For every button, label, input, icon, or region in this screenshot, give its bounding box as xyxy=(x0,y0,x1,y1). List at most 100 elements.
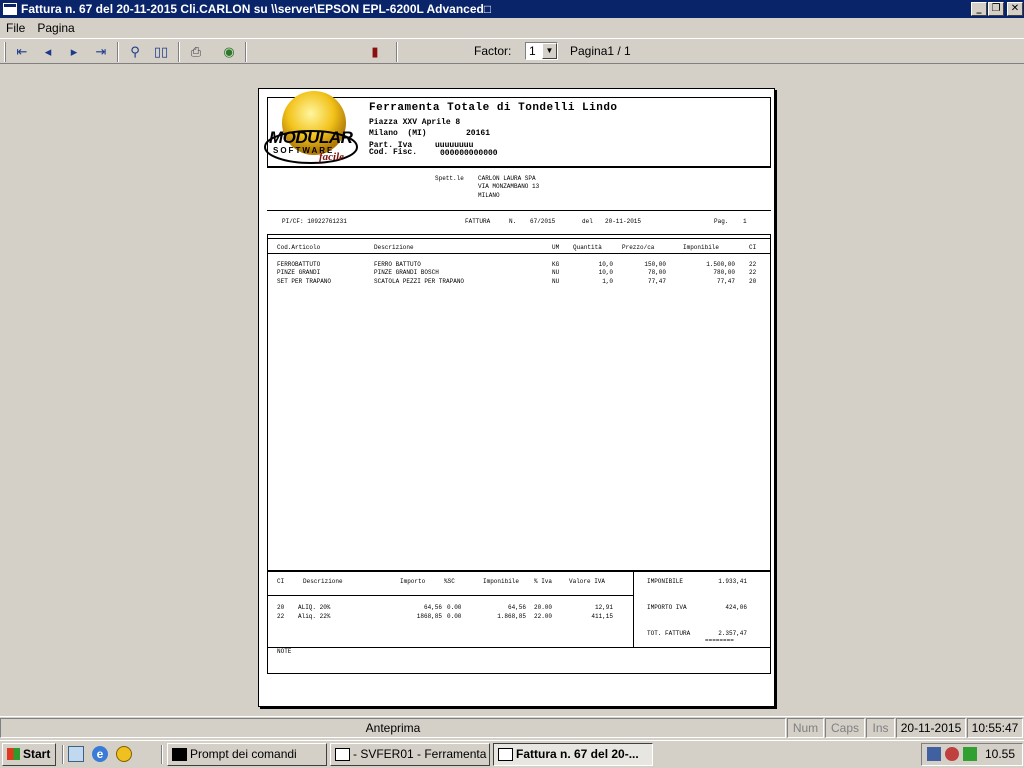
close-button[interactable]: ✕ xyxy=(1007,2,1023,16)
task-prompt-dei-comandi[interactable]: Prompt dei comandi xyxy=(167,743,327,766)
customer-street: VIA MONZAMBANO 13 xyxy=(478,183,540,190)
toolbar-separator xyxy=(117,42,119,62)
page-indicator: Pagina1 / 1 xyxy=(570,44,631,58)
totals-imponibile: 1.933,41 xyxy=(718,578,747,585)
task-label: Prompt dei comandi xyxy=(190,747,297,761)
col-header-ci: CI xyxy=(749,244,757,251)
media-player-icon[interactable] xyxy=(116,746,132,762)
vat-ci: 20 xyxy=(277,604,285,611)
totals-total-label: TOT. FATTURA xyxy=(647,630,691,637)
note-box xyxy=(267,647,771,674)
zoom-icon[interactable]: ⚲ xyxy=(124,42,146,62)
menu-pagina[interactable]: Pagina xyxy=(31,21,80,35)
status-time: 10:55:47 xyxy=(967,718,1023,738)
invoice-date-label: del xyxy=(582,218,593,225)
export-icon[interactable]: ◉ xyxy=(218,42,240,62)
status-ins: Ins xyxy=(866,718,895,738)
toolbar-grip xyxy=(4,42,6,62)
item-cod: PINZE GRANDI xyxy=(277,269,321,276)
invoice-page-label: Pag. xyxy=(714,218,729,225)
divider xyxy=(267,238,771,239)
last-page-icon[interactable]: ⇥ xyxy=(90,42,112,62)
internet-explorer-icon[interactable]: e xyxy=(92,746,108,762)
status-date: 20-11-2015 xyxy=(896,718,966,738)
company-cf-label: Cod. Fisc. xyxy=(369,148,418,157)
item-desc: SCATOLA PEZZI PER TRAPANO xyxy=(374,278,465,285)
title-bar[interactable]: Fattura n. 67 del 20-11-2015 Cli.CARLON … xyxy=(0,0,1024,18)
divider xyxy=(267,595,633,596)
taskbar-clock: 10.55 xyxy=(985,747,1016,761)
invoice-date: 20-11-2015 xyxy=(605,218,642,225)
item-qty: 10,0 xyxy=(598,269,613,276)
status-caps: Caps xyxy=(825,718,865,738)
factor-select[interactable]: 1 ▼ xyxy=(525,42,558,60)
item-taxable: 77,47 xyxy=(716,278,735,285)
restore-button[interactable]: ❐ xyxy=(988,2,1004,16)
item-price: 77,47 xyxy=(647,278,666,285)
vat-desc: Aliq. 22% xyxy=(298,613,331,620)
col-header-qty: Quantità xyxy=(573,244,602,251)
show-desktop-icon[interactable] xyxy=(68,746,84,762)
toolbar: ⇤ ◂ ▸ ⇥ ⚲ ▯▯ ⎙ ◉ ▮ xyxy=(0,38,1024,64)
vat-header-sc: %SC xyxy=(444,578,455,585)
divider xyxy=(633,571,634,648)
divider xyxy=(267,167,771,168)
item-desc: FERRO BATTUTO xyxy=(374,261,421,268)
task-fattura[interactable]: Fattura n. 67 del 20-... xyxy=(493,743,653,766)
toolbar-separator xyxy=(178,42,180,62)
company-zip: 20161 xyxy=(466,129,491,138)
vat-ci: 22 xyxy=(277,613,285,620)
item-ci: 20 xyxy=(749,278,757,285)
security-icon[interactable] xyxy=(945,747,959,761)
item-qty: 1,0 xyxy=(602,278,613,285)
item-um: NU xyxy=(552,278,560,285)
start-button[interactable]: Start xyxy=(2,743,56,766)
item-cod: SET PER TRAPANO xyxy=(277,278,332,285)
item-price: 78,00 xyxy=(647,269,666,276)
next-page-icon[interactable]: ▸ xyxy=(63,42,85,62)
invoice-page: MODULAR SOFTWARE facile Ferramenta Total… xyxy=(258,88,775,707)
book-view-icon[interactable]: ▯▯ xyxy=(150,42,172,62)
menu-file[interactable]: File xyxy=(0,21,31,35)
minimize-button[interactable]: _ xyxy=(971,2,987,16)
col-header-cod: Cod.Articolo xyxy=(277,244,321,251)
vat-taxable: 64,56 xyxy=(507,604,526,611)
toolbar-separator xyxy=(396,42,398,62)
totals-underline: ======== xyxy=(705,637,734,644)
item-um: NU xyxy=(552,269,560,276)
invoice-number: 67/2015 xyxy=(530,218,556,225)
factor-label: Factor: xyxy=(474,44,512,58)
window-icon xyxy=(335,748,350,761)
print-icon[interactable]: ⎙ xyxy=(185,42,207,62)
vat-sc: 0.00 xyxy=(447,604,462,611)
item-desc: PINZE GRANDI BOSCH xyxy=(374,269,439,276)
window-icon xyxy=(498,748,513,761)
divider xyxy=(267,253,771,254)
item-taxable: 1.500,00 xyxy=(706,261,735,268)
note-label: NOTE xyxy=(277,648,292,655)
toolbar-separator xyxy=(245,42,247,62)
item-price: 150,00 xyxy=(644,261,666,268)
status-num: Num xyxy=(787,718,824,738)
company-name: Ferramenta Totale di Tondelli Lindo xyxy=(369,102,618,114)
col-header-price: Prezzo/ca xyxy=(622,244,655,251)
first-page-icon[interactable]: ⇤ xyxy=(11,42,33,62)
previous-page-icon[interactable]: ◂ xyxy=(37,42,59,62)
item-ci: 22 xyxy=(749,269,757,276)
logo: MODULAR SOFTWARE facile xyxy=(264,89,358,164)
totals-iva-label: IMPORTO IVA xyxy=(647,604,687,611)
vat-importo: 1868,85 xyxy=(416,613,442,620)
customer-city: MILANO xyxy=(478,192,500,199)
vat-valore: 12,91 xyxy=(594,604,613,611)
task-svfer01[interactable]: - SVFER01 - Ferramenta ... xyxy=(330,743,490,766)
network-icon[interactable] xyxy=(927,747,941,761)
col-header-taxable: Imponibile xyxy=(683,244,720,251)
status-mode: Anteprima xyxy=(0,718,786,738)
exit-door-icon[interactable]: ▮ xyxy=(364,42,386,62)
chevron-down-icon[interactable]: ▼ xyxy=(542,43,557,59)
start-label: Start xyxy=(23,747,51,761)
taskbar-separator xyxy=(161,745,163,764)
vat-header-valore: Valore IVA xyxy=(569,578,606,585)
tray-app-icon[interactable] xyxy=(963,747,977,761)
app-icon xyxy=(3,3,17,15)
